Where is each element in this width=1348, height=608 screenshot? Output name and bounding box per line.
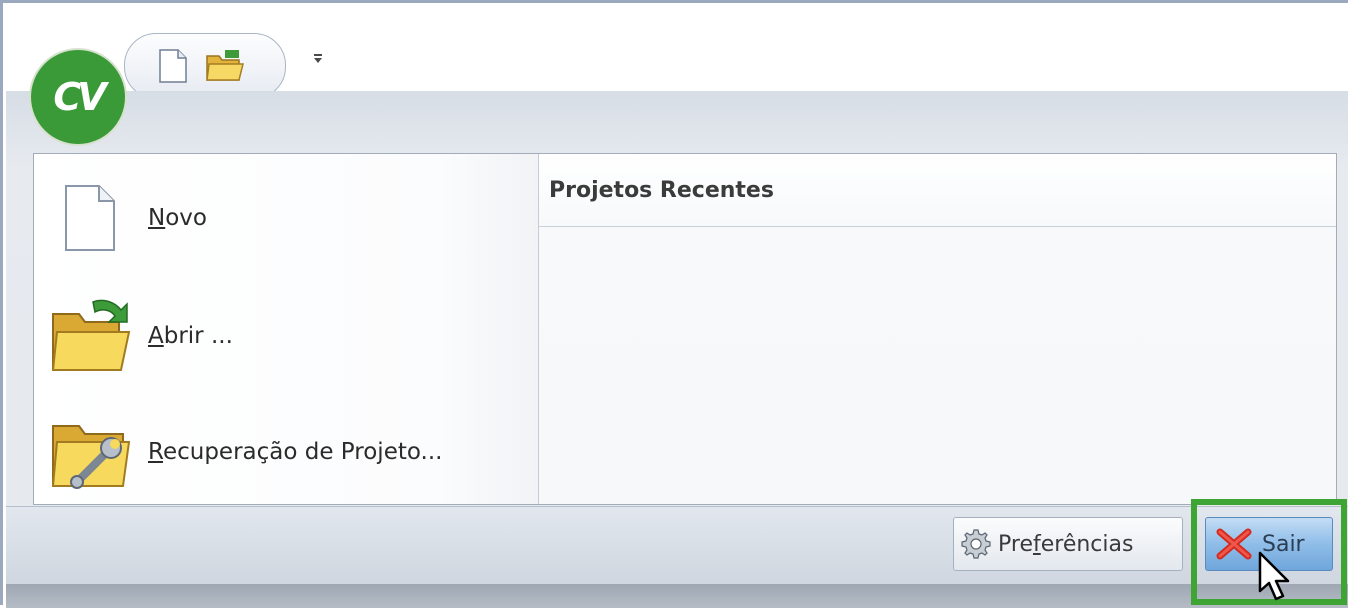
application-window: CV Novo Abrir ... Recuperação de Projeto…: [0, 0, 1348, 608]
open-folder-icon: [48, 294, 132, 378]
customize-toolbar-dropdown[interactable]: [311, 54, 325, 70]
menu-item-label: Novo: [148, 205, 207, 231]
preferences-label: Preferências: [998, 531, 1134, 557]
menu-item-label: Abrir ...: [148, 323, 233, 349]
app-logo-text: CV: [53, 75, 106, 119]
menu-item-abrir[interactable]: Abrir ...: [48, 286, 528, 386]
quick-access-toolbar: [124, 33, 286, 99]
open-folder-icon: [206, 50, 244, 81]
application-menu: Novo Abrir ... Recuperação de Projeto...…: [33, 153, 1337, 505]
folder-wrench-icon: [48, 410, 132, 494]
new-document-icon: [159, 49, 187, 83]
preferences-button[interactable]: Preferências: [953, 517, 1183, 571]
dropdown-line: [314, 54, 322, 56]
recent-projects-panel: Projetos Recentes: [539, 154, 1336, 504]
gear-icon: [954, 528, 998, 560]
quick-new-button[interactable]: [153, 44, 193, 88]
menu-item-novo[interactable]: Novo: [48, 168, 528, 268]
menu-item-label: Recuperação de Projeto...: [148, 439, 443, 465]
recent-projects-header: Projetos Recentes: [539, 154, 1336, 227]
quick-open-button[interactable]: [205, 44, 245, 88]
title-bar: [6, 6, 1348, 99]
app-logo-button[interactable]: CV: [31, 50, 125, 144]
document-icon: [48, 176, 132, 260]
menu-item-recuperacao[interactable]: Recuperação de Projeto...: [48, 402, 528, 502]
red-x-icon: [1206, 528, 1262, 560]
mouse-cursor-icon: [1258, 551, 1290, 601]
command-list: Novo Abrir ... Recuperação de Projeto...: [34, 154, 539, 504]
dropdown-arrow-icon: [314, 58, 322, 63]
window-bottom-strip: [6, 584, 1348, 608]
